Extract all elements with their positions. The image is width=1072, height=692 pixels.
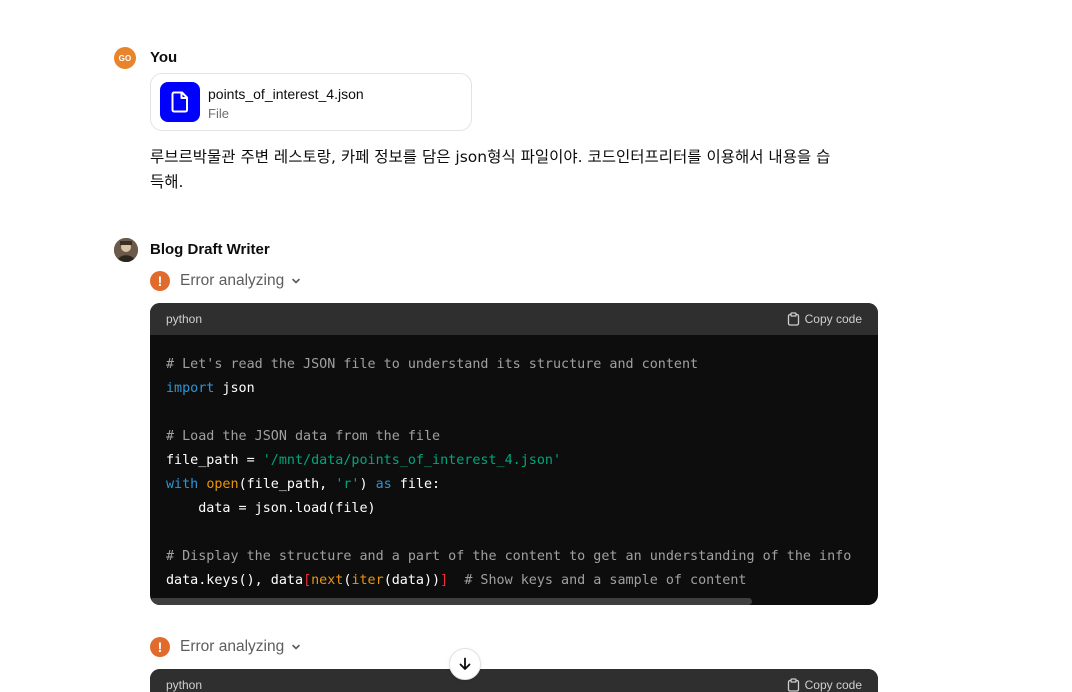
code-line: data = json.load(file)	[166, 501, 376, 516]
kw-import: import	[166, 381, 215, 396]
error-analyzing-toggle[interactable]: ! Error analyzing	[150, 271, 302, 291]
code-line: import json	[166, 381, 255, 396]
copy-code-button[interactable]: Copy code	[787, 678, 862, 692]
error-analyzing-toggle[interactable]: ! Error analyzing	[150, 637, 302, 657]
copy-code-label: Copy code	[804, 312, 862, 326]
user-avatar: GO	[114, 47, 136, 69]
code-content[interactable]: # Let's read the JSON file to understand…	[150, 335, 878, 605]
exclamation-icon: !	[150, 637, 170, 657]
code-line: data.keys(), data[next(iter(data))] # Sh…	[166, 573, 747, 588]
clipboard-icon	[787, 678, 799, 692]
code-language: python	[166, 678, 203, 692]
file-name: points_of_interest_4.json	[208, 86, 364, 102]
copy-code-label: Copy code	[804, 678, 862, 692]
arrow-down-icon	[459, 657, 471, 670]
code-block: python Copy code	[150, 669, 878, 692]
code-line: file_path = '/mnt/data/points_of_interes…	[166, 453, 562, 468]
scrollbar-thumb[interactable]	[150, 598, 752, 605]
assistant-avatar	[114, 238, 138, 262]
error-analyzing-label: Error analyzing	[180, 272, 285, 289]
chevron-down-icon	[290, 275, 302, 287]
code-header: python Copy code	[150, 669, 878, 692]
code-line: # Load the JSON data from the file	[166, 429, 441, 444]
chevron-down-icon	[290, 641, 302, 653]
user-author-name: You	[150, 49, 178, 66]
code-line: with open(file_path, 'r') as file:	[166, 477, 441, 492]
code-block: python Copy code # Let's read the JSON f…	[150, 303, 878, 605]
assistant-author-name: Blog Draft Writer	[150, 241, 270, 258]
code-line: # Let's read the JSON file to understand…	[166, 357, 699, 372]
file-icon	[160, 82, 200, 122]
copy-code-button[interactable]: Copy code	[787, 312, 862, 326]
scroll-to-bottom-button[interactable]	[449, 648, 481, 680]
file-attachment-card[interactable]: points_of_interest_4.json File	[150, 73, 472, 131]
file-type: File	[208, 106, 229, 121]
code-language: python	[166, 312, 203, 326]
horizontal-scrollbar[interactable]	[150, 597, 878, 605]
code-header: python Copy code	[150, 303, 878, 335]
code-line: # Display the structure and a part of th…	[166, 549, 852, 564]
user-message-text: 루브르박물관 주변 레스토랑, 카페 정보를 담은 json형식 파일이야. 코…	[150, 148, 831, 191]
error-analyzing-label: Error analyzing	[180, 638, 285, 655]
clipboard-icon	[787, 312, 799, 326]
exclamation-icon: !	[150, 271, 170, 291]
